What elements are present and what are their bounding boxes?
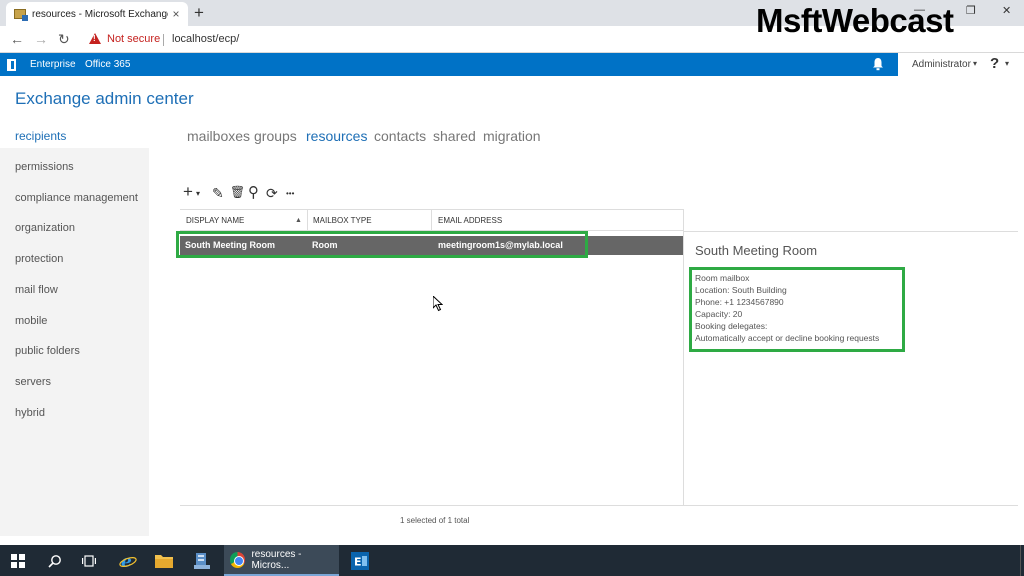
chevron-down-icon[interactable]: ▾: [1005, 59, 1009, 68]
nav-item-mobile[interactable]: mobile: [0, 309, 149, 333]
sort-ascending-icon[interactable]: ▲: [295, 217, 302, 224]
row-highlight-box: [176, 231, 588, 258]
user-menu[interactable]: Administrator: [912, 59, 971, 70]
screen: resources - Microsoft Exchange × + — ❐ ✕…: [0, 0, 1024, 576]
window-close-icon[interactable]: ✕: [1002, 4, 1011, 17]
url-field[interactable]: localhost/ecp/: [172, 33, 239, 45]
selection-status: 1 selected of 1 total: [400, 516, 470, 525]
show-desktop-button[interactable]: [1020, 545, 1024, 576]
tab-mailboxes[interactable]: mailboxes: [187, 128, 250, 144]
pane-divider: [683, 209, 684, 506]
svg-text:E: E: [354, 555, 362, 568]
column-divider: [307, 210, 308, 231]
refresh-icon[interactable]: ⟳: [266, 185, 278, 202]
warning-icon[interactable]: [89, 33, 101, 44]
nav-item-compliance-management[interactable]: compliance management: [0, 186, 149, 210]
add-dropdown-icon[interactable]: ▾: [196, 189, 200, 198]
tab-close-icon[interactable]: ×: [168, 7, 184, 21]
add-icon[interactable]: +: [183, 182, 193, 202]
task-view-icon[interactable]: [74, 545, 104, 576]
chrome-icon: [230, 551, 246, 568]
tab-groups[interactable]: groups: [254, 128, 297, 144]
detail-line: Location: South Building: [695, 285, 787, 295]
windows-taskbar: e resources - Micros... E: [0, 545, 1024, 576]
column-mailbox-type[interactable]: MAILBOX TYPE: [313, 216, 372, 225]
new-tab-button[interactable]: +: [194, 3, 204, 23]
chrome-taskbar-button[interactable]: resources - Micros...: [224, 545, 339, 576]
page-title: Exchange admin center: [15, 89, 194, 108]
start-button[interactable]: [0, 545, 36, 576]
back-icon[interactable]: ←: [10, 31, 24, 47]
detail-line: Booking delegates:: [695, 321, 768, 331]
office365-top-bar: Enterprise Office 365 Administrator ▾ ? …: [0, 53, 1024, 76]
detail-line: Automatically accept or decline booking …: [695, 333, 880, 343]
file-explorer-icon[interactable]: [148, 545, 180, 576]
nav-item-permissions[interactable]: permissions: [0, 155, 149, 179]
search-taskbar-icon[interactable]: [40, 545, 70, 576]
exchange-shell-icon[interactable]: E: [345, 545, 375, 576]
not-secure-label[interactable]: Not secure: [107, 33, 160, 45]
mouse-cursor-icon: [433, 296, 443, 312]
column-display-name[interactable]: DISPLAY NAME: [186, 216, 244, 225]
forward-icon[interactable]: →: [34, 31, 48, 47]
tab-resources[interactable]: resources: [306, 128, 367, 144]
detail-header-divider: [683, 231, 1018, 232]
watermark-logo: MsftWebcast: [756, 2, 954, 39]
nav-item-recipients[interactable]: recipients: [0, 124, 149, 148]
search-icon[interactable]: ⚲: [248, 183, 259, 201]
detail-line: Capacity: 20: [695, 309, 743, 319]
detail-line: Room mailbox: [695, 273, 750, 283]
left-navigation: recipients permissions compliance manage…: [0, 124, 149, 536]
enterprise-link[interactable]: Enterprise: [30, 59, 76, 70]
column-divider: [431, 210, 432, 231]
office-logo-icon[interactable]: [0, 53, 22, 76]
reload-icon[interactable]: ↻: [58, 31, 70, 48]
address-divider: [163, 34, 164, 46]
detail-title: South Meeting Room: [695, 243, 818, 258]
internet-explorer-icon[interactable]: e: [112, 545, 144, 576]
detail-info-box: Room mailbox Location: South Building Ph…: [689, 267, 905, 352]
server-manager-icon[interactable]: [186, 545, 218, 576]
exchange-favicon-icon: [14, 9, 28, 21]
help-icon[interactable]: ?: [990, 55, 999, 72]
office365-link[interactable]: Office 365: [85, 59, 130, 70]
nav-item-public-folders[interactable]: public folders: [0, 339, 149, 363]
chevron-down-icon[interactable]: ▾: [973, 59, 977, 68]
browser-tab[interactable]: resources - Microsoft Exchange ×: [6, 2, 188, 26]
nav-item-protection[interactable]: protection: [0, 247, 149, 271]
nav-item-organization[interactable]: organization: [0, 216, 149, 240]
nav-item-mail-flow[interactable]: mail flow: [0, 278, 149, 302]
chrome-taskbar-label: resources - Micros...: [251, 548, 302, 571]
more-icon[interactable]: •••: [286, 189, 294, 198]
tab-migration[interactable]: migration: [483, 128, 541, 144]
windows-logo-icon: [11, 553, 25, 568]
user-area: Administrator ▾ ? ▾: [898, 53, 1024, 76]
grid-bottom-divider: [180, 505, 1018, 506]
maximize-icon[interactable]: ❐: [966, 4, 976, 17]
tab-shared[interactable]: shared: [433, 128, 476, 144]
notification-bell-icon[interactable]: [872, 57, 884, 71]
nav-item-hybrid[interactable]: hybrid: [0, 401, 149, 425]
nav-item-servers[interactable]: servers: [0, 370, 149, 394]
grid-header: DISPLAY NAME ▲ MAILBOX TYPE EMAIL ADDRES…: [180, 209, 683, 231]
edit-icon[interactable]: ✎: [212, 185, 224, 202]
column-email-address[interactable]: EMAIL ADDRESS: [438, 216, 502, 225]
detail-line: Phone: +1 1234567890: [695, 297, 784, 307]
delete-icon[interactable]: 🗑: [230, 185, 245, 199]
tab-title: resources - Microsoft Exchange: [32, 8, 168, 20]
tab-contacts[interactable]: contacts: [374, 128, 426, 144]
